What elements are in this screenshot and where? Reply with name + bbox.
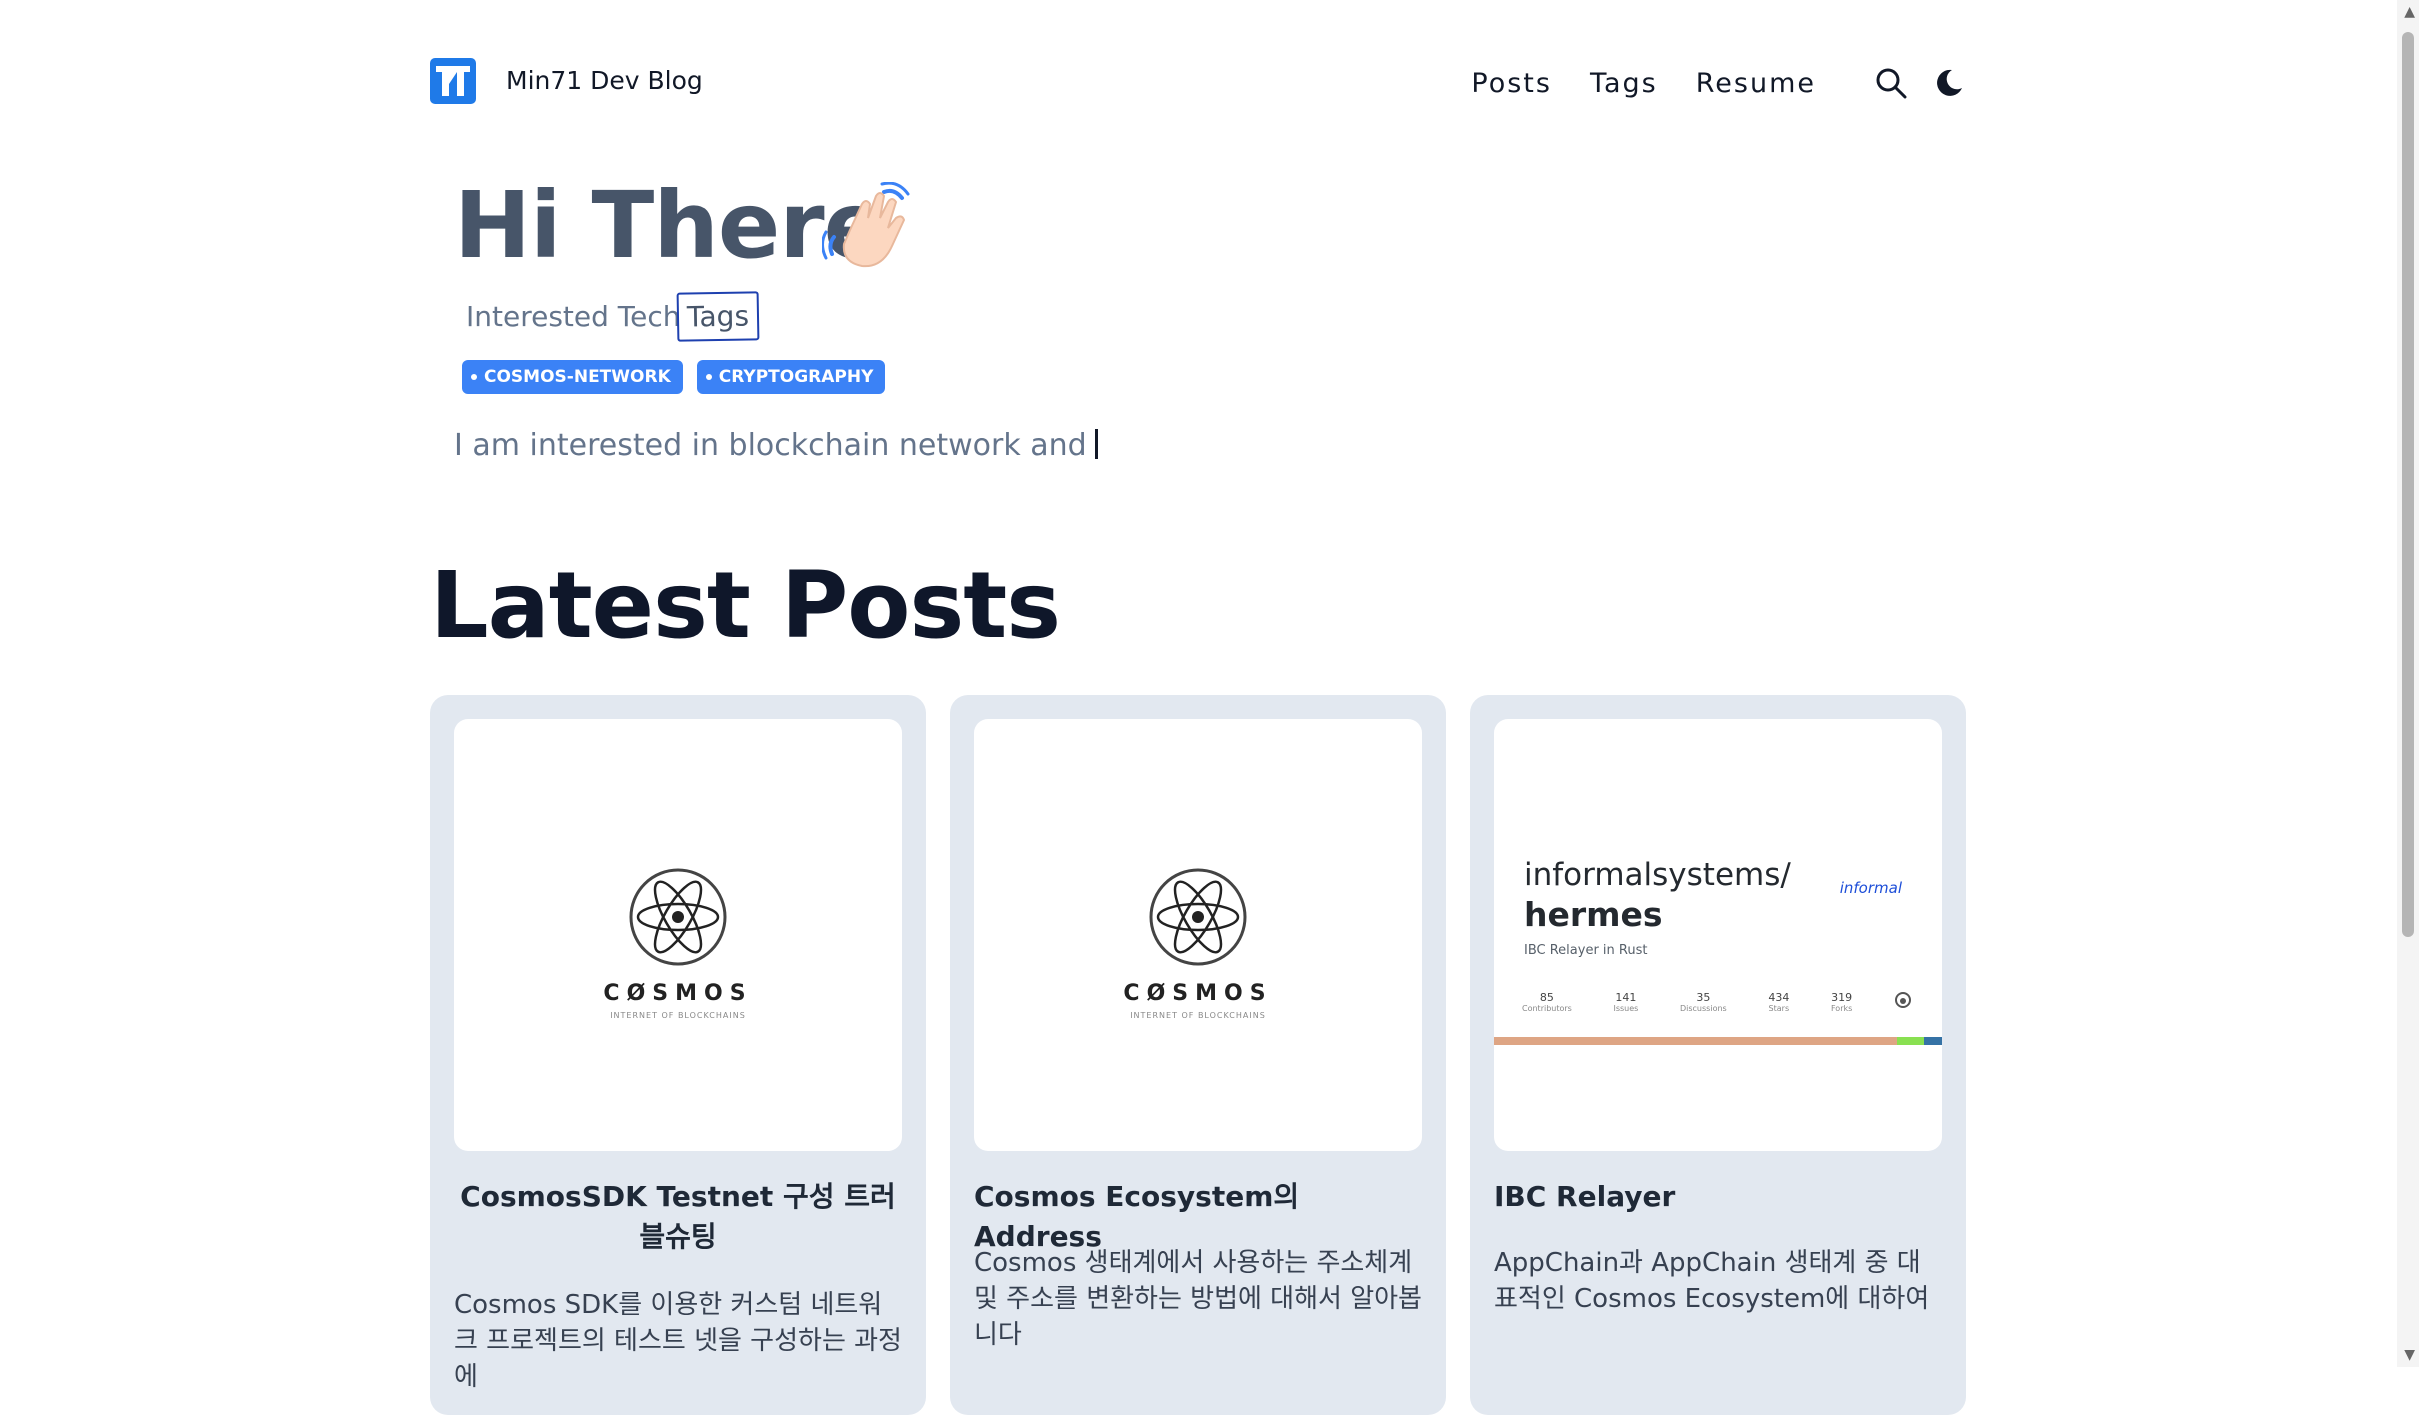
post-title[interactable]: CosmosSDK Testnet 구성 트러블슈팅 — [454, 1177, 902, 1257]
typed-intro-text: I am interested in blockchain network an… — [454, 428, 1087, 463]
latest-posts-heading: Latest Posts — [430, 552, 1061, 659]
nav-posts[interactable]: Posts — [1471, 68, 1552, 99]
scrollbar[interactable]: ▲ ▼ — [2397, 0, 2419, 1367]
moon-icon[interactable] — [1928, 62, 1970, 104]
main-nav: Posts Tags Resume — [1471, 62, 1970, 104]
search-icon[interactable] — [1870, 62, 1912, 104]
post-card[interactable]: CØSMOS INTERNET OF BLOCKCHAINS CosmosSDK… — [430, 695, 926, 1415]
repo-name: hermes — [1524, 895, 1663, 934]
interest-label: Interested Tech — [466, 300, 681, 333]
typing-caret — [1094, 429, 1098, 459]
nav-tags[interactable]: Tags — [1590, 68, 1658, 99]
post-description: Cosmos SDK를 이용한 커스텀 네트워크 프로젝트의 테스트 넷을 구성… — [454, 1290, 902, 1392]
repo-stats: 85 Contributors 141 Issues 35 Discussions 4… — [1522, 991, 1912, 1013]
nav-resume[interactable]: Resume — [1696, 68, 1816, 99]
repo-owner: informalsystems/ — [1524, 857, 1791, 893]
cosmos-logo-icon — [1149, 868, 1247, 966]
post-thumbnail[interactable]: CØSMOS INTERNET OF BLOCKCHAINS — [974, 719, 1422, 1151]
waving-hand-icon — [821, 181, 922, 286]
cosmos-tagline: INTERNET OF BLOCKCHAINS — [1130, 1011, 1266, 1020]
scroll-down-icon[interactable]: ▼ — [2404, 1347, 2415, 1363]
repo-description: IBC Relayer in Rust — [1524, 943, 1648, 958]
tag-list: COSMOS-NETWORK CRYPTOGRAPHY — [462, 360, 886, 394]
site-title[interactable]: Min71 Dev Blog — [506, 66, 703, 95]
post-title[interactable]: IBC Relayer — [1494, 1177, 1942, 1217]
stat-stars: 434 Stars — [1768, 991, 1790, 1013]
stat-forks: 319 Forks — [1830, 991, 1853, 1013]
interest-tags-word: Tags — [676, 291, 760, 342]
stat-contributors: 85 Contributors — [1522, 991, 1572, 1013]
post-description: Cosmos 생태계에서 사용하는 주소체계 및 주소를 변환하는 방법에 대해… — [974, 1248, 1422, 1350]
cosmos-wordmark: CØSMOS — [603, 981, 753, 1006]
post-thumbnail[interactable]: CØSMOS INTERNET OF BLOCKCHAINS — [454, 719, 902, 1151]
github-icon — [1894, 991, 1912, 1013]
stat-discussions: 35 Discussions — [1679, 991, 1727, 1013]
hero-title: Hi There — [454, 172, 886, 279]
tag-cosmos-network[interactable]: COSMOS-NETWORK — [462, 360, 683, 394]
post-thumbnail[interactable]: informalsystems/ hermes IBC Relayer in R… — [1494, 719, 1942, 1151]
cosmos-wordmark: CØSMOS — [1123, 981, 1273, 1006]
language-bar — [1494, 1037, 1942, 1045]
logo-icon[interactable] — [430, 58, 476, 104]
scrollbar-thumb[interactable] — [2402, 32, 2414, 937]
post-card[interactable]: informalsystems/ hermes IBC Relayer in R… — [1470, 695, 1966, 1415]
post-card[interactable]: CØSMOS INTERNET OF BLOCKCHAINS Cosmos Ec… — [950, 695, 1446, 1415]
tag-cryptography[interactable]: CRYPTOGRAPHY — [696, 360, 886, 394]
post-description: AppChain과 AppChain 생태계 중 대표적인 Cosmos Eco… — [1494, 1248, 1930, 1314]
cosmos-logo-icon — [629, 868, 727, 966]
stat-issues: 141 Issues — [1613, 991, 1639, 1013]
informal-logo: informal — [1839, 879, 1902, 897]
site-header: Min71 Dev Blog Posts Tags Resume — [430, 58, 1970, 108]
scroll-up-icon[interactable]: ▲ — [2404, 4, 2415, 20]
cosmos-tagline: INTERNET OF BLOCKCHAINS — [610, 1011, 746, 1020]
typed-intro: I am interested in blockchain network an… — [454, 428, 1098, 463]
